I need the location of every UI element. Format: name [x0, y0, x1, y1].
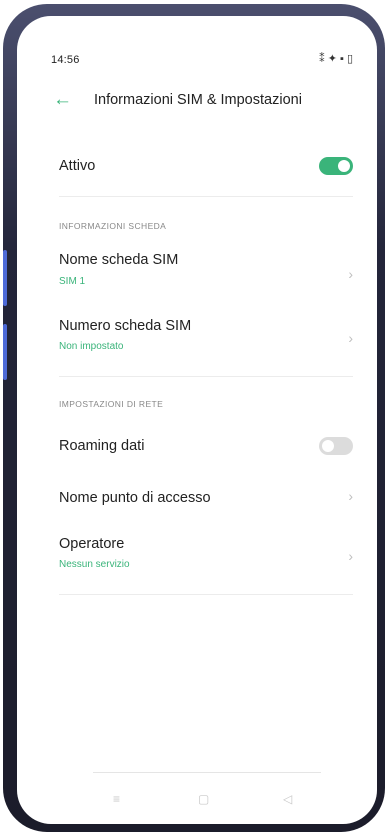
roaming-toggle[interactable]: [319, 437, 353, 455]
section-header-network: IMPOSTAZIONI DI RETE: [59, 399, 164, 409]
sim-name-value: SIM 1: [59, 276, 86, 287]
operator-value: Nessun servizio: [59, 559, 130, 570]
toggle-knob: [322, 440, 334, 452]
status-bar: 14:56 ⁑ ✦ ▪ ▯: [17, 16, 377, 76]
chevron-right-icon: ›: [348, 266, 353, 282]
divider: [59, 376, 353, 377]
back-arrow-icon[interactable]: ←: [53, 90, 72, 110]
phone-frame: 14:56 ⁑ ✦ ▪ ▯ ← Informazioni SIM & Impos…: [3, 4, 385, 832]
menu-icon[interactable]: ≡: [113, 792, 120, 806]
back-icon[interactable]: ◁: [283, 792, 292, 806]
operator-row[interactable]: Operatore Nessun servizio ›: [17, 528, 377, 584]
volume-up-button: [3, 250, 7, 306]
active-label: Attivo: [59, 158, 96, 174]
active-toggle[interactable]: [319, 157, 353, 175]
navigation-bar: ≡ ▢ ◁: [17, 766, 377, 824]
section-header-card-info: INFORMAZIONI SCHEDA: [59, 221, 167, 231]
chevron-right-icon: ›: [348, 548, 353, 564]
page-title: Informazioni SIM & Impostazioni: [94, 92, 302, 108]
sim-number-value: Non impostato: [59, 341, 124, 352]
divider: [59, 594, 353, 595]
status-time: 14:56: [51, 54, 80, 66]
sim-number-label: Numero scheda SIM: [59, 318, 192, 334]
phone-screen: 14:56 ⁑ ✦ ▪ ▯ ← Informazioni SIM & Impos…: [17, 16, 377, 824]
apn-label: Nome punto di accesso: [59, 490, 211, 506]
chevron-right-icon: ›: [348, 488, 353, 504]
chevron-right-icon: ›: [348, 330, 353, 346]
sim-name-row[interactable]: Nome scheda SIM SIM 1 ›: [17, 244, 377, 300]
operator-label: Operatore: [59, 536, 125, 552]
sim-name-label: Nome scheda SIM: [59, 252, 179, 268]
toggle-knob: [338, 160, 350, 172]
nav-divider: [93, 772, 321, 773]
roaming-row[interactable]: Roaming dati: [17, 428, 377, 464]
sim-number-row[interactable]: Numero scheda SIM Non impostato ›: [17, 308, 377, 364]
volume-down-button: [3, 324, 7, 380]
status-icons: ⁑ ✦ ▪ ▯: [319, 53, 353, 65]
roaming-label: Roaming dati: [59, 438, 145, 454]
home-icon[interactable]: ▢: [198, 792, 209, 806]
active-row[interactable]: Attivo: [17, 146, 377, 186]
divider: [59, 196, 353, 197]
header: ← Informazioni SIM & Impostazioni: [17, 86, 377, 126]
apn-row[interactable]: Nome punto di accesso ›: [17, 480, 377, 516]
